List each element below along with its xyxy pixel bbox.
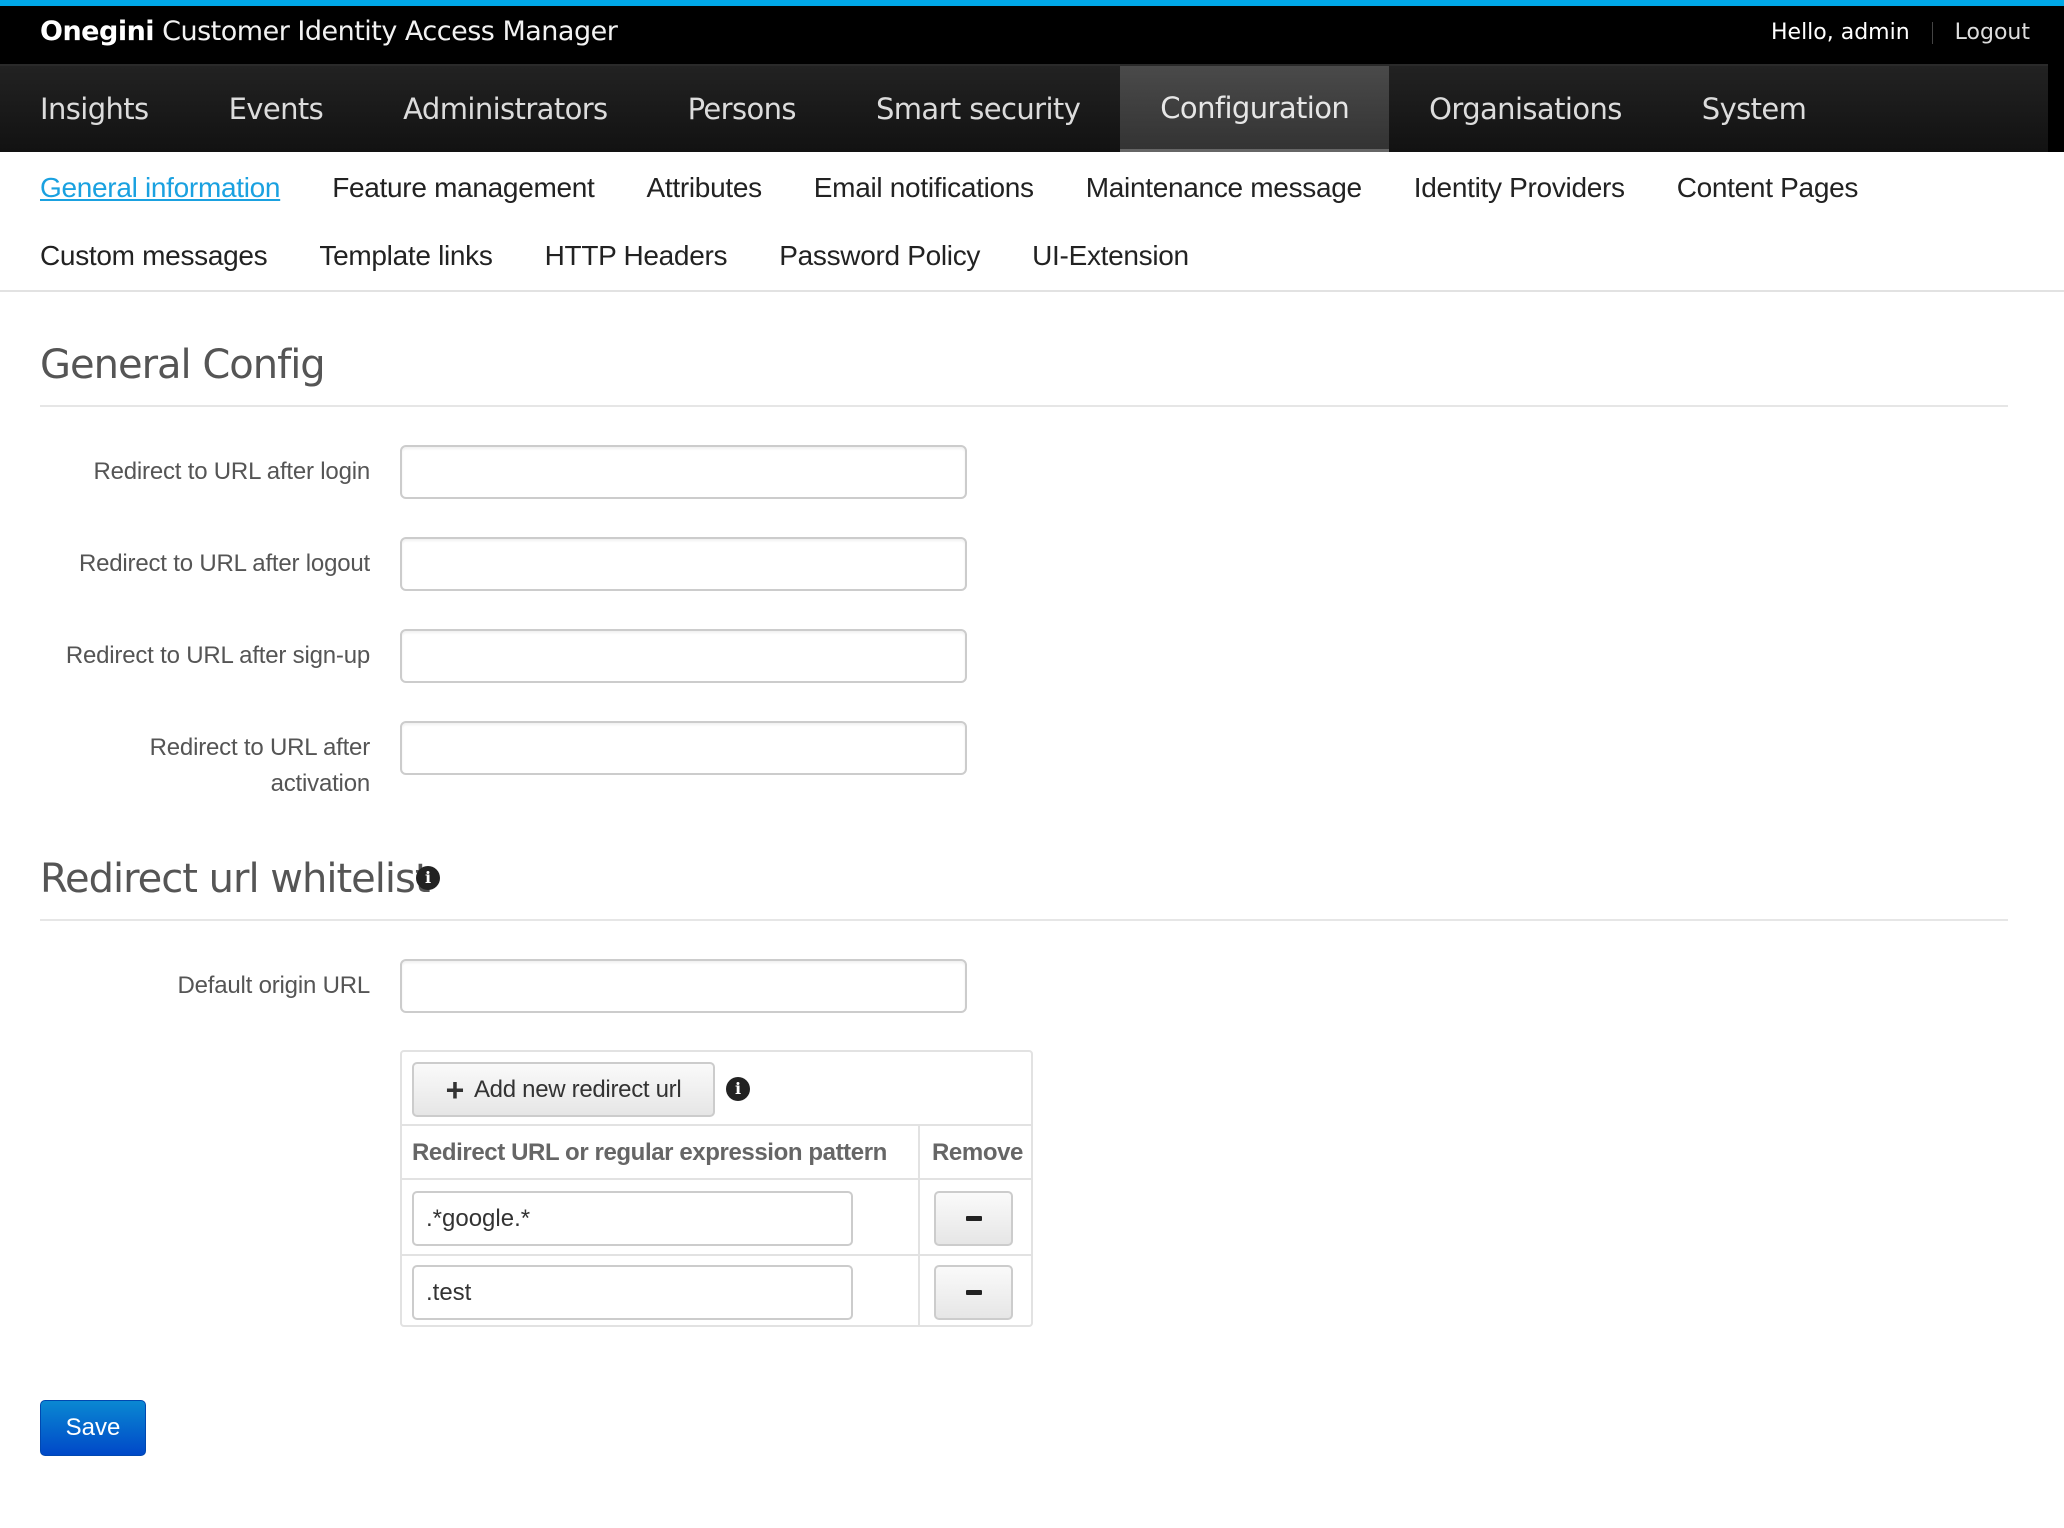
nav-item-system[interactable]: System [1662, 66, 1847, 152]
subnav-content-pages[interactable]: Content Pages [1677, 168, 1859, 208]
add-redirect-url-button[interactable]: + Add new redirect url [412, 1062, 715, 1117]
table-toolbar: + Add new redirect url i [402, 1052, 1031, 1126]
nav-item-organisations[interactable]: Organisations [1389, 66, 1662, 152]
pattern-input[interactable] [412, 1265, 853, 1320]
separator [1931, 21, 1933, 44]
subnav-feature-management[interactable]: Feature management [332, 168, 595, 208]
general-config-heading: General Config [40, 342, 326, 388]
subnav-password-policy[interactable]: Password Policy [779, 236, 980, 276]
brand-name: Onegini [40, 16, 155, 47]
redirect-logout-label: Redirect to URL after logout [79, 550, 370, 577]
add-button-label: Add new redirect url [473, 1075, 682, 1103]
table-header: Redirect URL or regular expression patte… [402, 1126, 1031, 1180]
column-header-pattern: Redirect URL or regular expression patte… [412, 1139, 887, 1166]
nav-edge [2048, 64, 2064, 152]
label-line: activation [270, 770, 371, 797]
subnav-email-notifications[interactable]: Email notifications [814, 168, 1034, 208]
label-line: Redirect to URL after [149, 734, 371, 761]
redirect-login-label: Redirect to URL after login [93, 458, 370, 485]
nav-item-administrators[interactable]: Administrators [363, 66, 647, 152]
redirect-login-input[interactable] [400, 445, 967, 499]
nav-item-persons[interactable]: Persons [648, 66, 836, 152]
brand-title: Onegini Customer Identity Access Manager [40, 16, 618, 47]
redirect-signup-input[interactable] [400, 629, 967, 683]
main-nav: Insights Events Administrators Persons S… [0, 64, 2048, 152]
table-row [402, 1256, 1031, 1330]
nav-item-insights[interactable]: Insights [0, 66, 189, 152]
subnav-template-links[interactable]: Template links [319, 236, 493, 276]
nav-item-events[interactable]: Events [189, 66, 364, 152]
logout-link[interactable]: Logout [1955, 20, 2030, 45]
info-icon[interactable]: i [726, 1077, 750, 1101]
app-header: Onegini Customer Identity Access Manager… [0, 6, 2064, 64]
divider [40, 919, 2008, 921]
subnav-maintenance-message[interactable]: Maintenance message [1086, 168, 1362, 208]
minus-icon [965, 1290, 982, 1295]
table-row [402, 1182, 1031, 1256]
redirect-signup-label: Redirect to URL after sign-up [65, 642, 370, 669]
nav-item-smart-security[interactable]: Smart security [836, 66, 1120, 152]
minus-icon [965, 1216, 982, 1221]
subnav-attributes[interactable]: Attributes [647, 168, 763, 208]
divider [40, 405, 2008, 407]
redirect-activation-label: Redirect to URL after activation [30, 730, 371, 802]
pattern-input[interactable] [412, 1191, 853, 1246]
whitelist-table: + Add new redirect url i Redirect URL or… [400, 1050, 1033, 1327]
info-icon[interactable]: i [416, 866, 440, 890]
user-area: Hello, admin Logout [1771, 20, 2030, 45]
redirect-logout-input[interactable] [400, 537, 967, 591]
default-origin-label: Default origin URL [177, 972, 371, 999]
remove-button[interactable] [934, 1265, 1013, 1320]
subnav-http-headers[interactable]: HTTP Headers [545, 236, 728, 276]
save-button[interactable]: Save [40, 1400, 146, 1456]
redirect-activation-input[interactable] [400, 721, 967, 775]
plus-icon: + [445, 1071, 465, 1108]
subnav-general-information[interactable]: General information [40, 168, 281, 208]
subnav-ui-extension[interactable]: UI-Extension [1032, 236, 1189, 276]
default-origin-input[interactable] [400, 959, 967, 1013]
greeting: Hello, admin [1770, 20, 1910, 45]
whitelist-heading: Redirect url whitelist [40, 856, 431, 902]
nav-item-configuration[interactable]: Configuration [1120, 66, 1390, 152]
sub-nav: General information Feature management A… [0, 152, 2064, 292]
remove-button[interactable] [934, 1191, 1013, 1246]
subnav-custom-messages[interactable]: Custom messages [40, 236, 268, 276]
subnav-identity-providers[interactable]: Identity Providers [1414, 168, 1625, 208]
brand-subtitle: Customer Identity Access Manager [162, 16, 618, 47]
column-header-remove: Remove [932, 1139, 1023, 1166]
